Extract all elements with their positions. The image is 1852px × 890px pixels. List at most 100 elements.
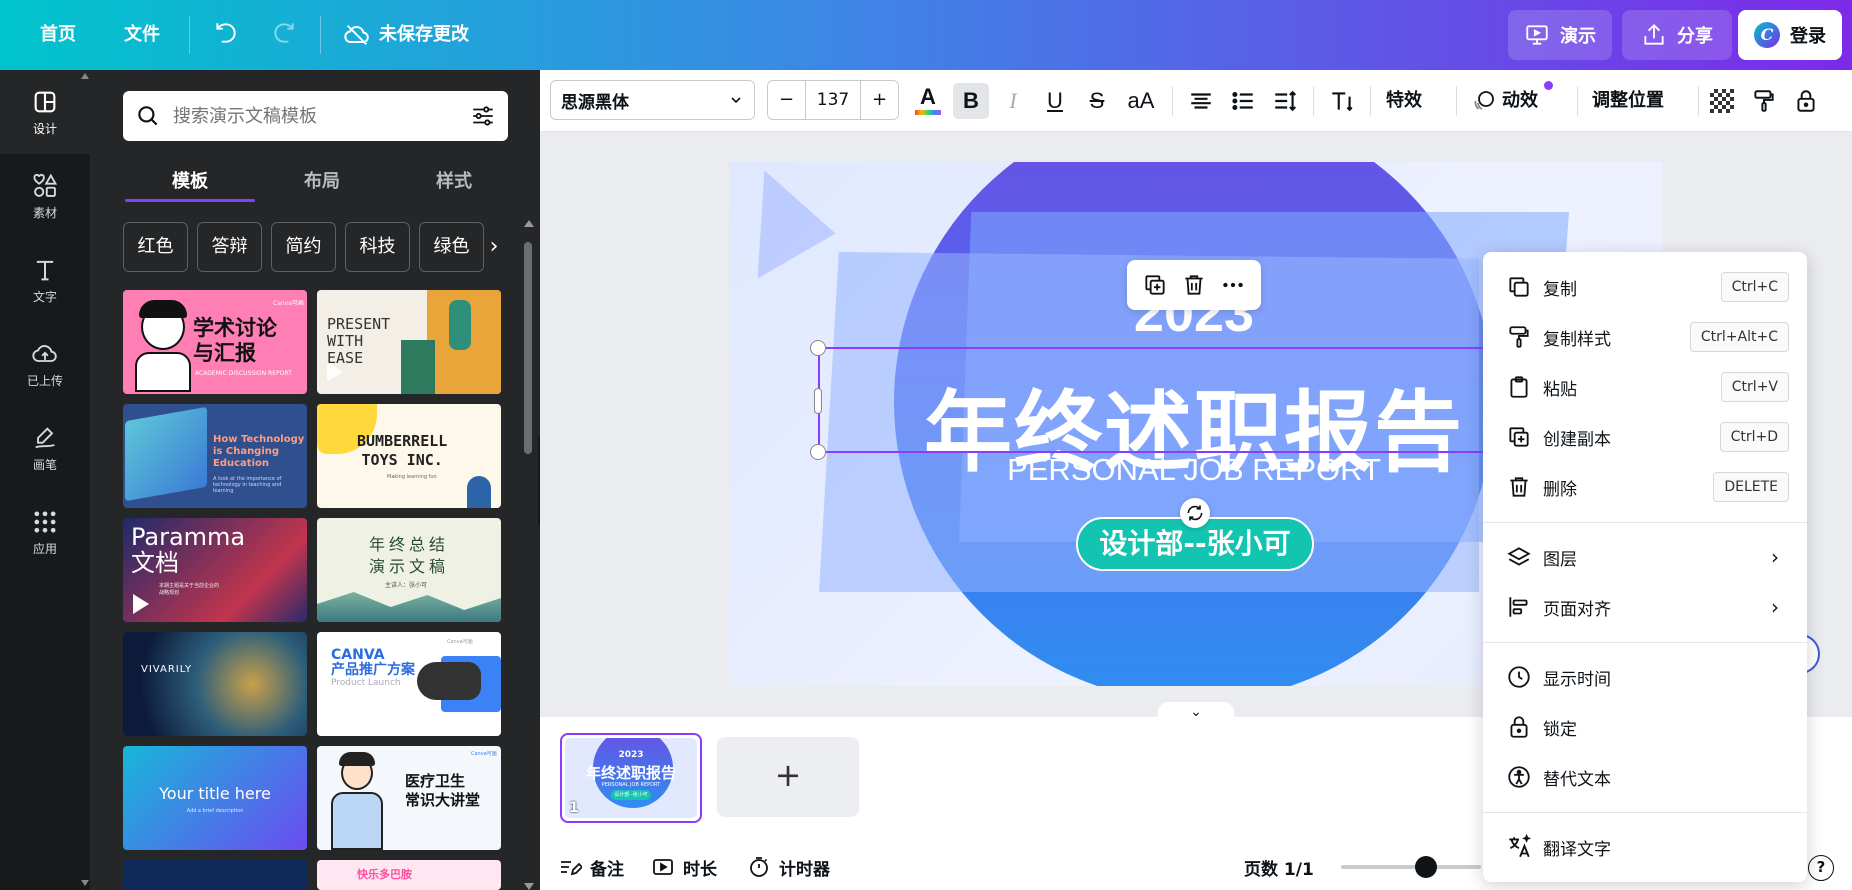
spacing-button[interactable] [1267, 83, 1303, 119]
zoom-slider-track[interactable] [1341, 865, 1481, 869]
list-button[interactable] [1225, 83, 1261, 119]
template-card[interactable]: Your title here Add a brief description [123, 746, 307, 850]
add-page-button[interactable]: + [717, 737, 859, 817]
menu-item-copy[interactable]: 复制 Ctrl+C [1483, 262, 1807, 312]
template-card[interactable] [123, 860, 307, 890]
panel-scrollbar[interactable] [523, 220, 534, 890]
letter-case-button[interactable]: aA [1121, 83, 1161, 119]
tab-layouts[interactable]: 布局 [256, 162, 388, 202]
tab-templates[interactable]: 模板 [124, 162, 256, 202]
notes-button[interactable]: 备注 [558, 852, 624, 882]
template-card[interactable]: 学术讨论 与汇报 ACADEMIC DISCUSSION REPORT Canv… [123, 290, 307, 394]
template-card[interactable]: How Technology is Changing Education A l… [123, 404, 307, 508]
undo-button[interactable] [213, 20, 239, 54]
file-menu[interactable]: 文件 [124, 18, 160, 52]
font-size-decrease[interactable]: − [768, 81, 806, 119]
strikethrough-button[interactable]: S [1079, 83, 1115, 119]
template-card[interactable]: VIVARILY [123, 632, 307, 736]
text-orientation-button[interactable] [1324, 83, 1360, 119]
duration-button[interactable]: 时长 [651, 852, 717, 882]
duplicate-icon[interactable] [1142, 272, 1168, 298]
slide-subtitle[interactable]: PERSONAL JOB REPORT [819, 452, 1569, 488]
rotate-handle[interactable] [1180, 498, 1210, 528]
rail-item-design[interactable]: 设计 [0, 70, 90, 154]
present-button[interactable]: 演示 [1508, 10, 1612, 60]
menu-item-delete[interactable]: 删除 DELETE [1483, 462, 1807, 512]
effects-button[interactable]: 特效 [1386, 83, 1422, 119]
template-subtitle: Making learning fun [387, 474, 437, 480]
position-button[interactable]: 调整位置 [1592, 83, 1664, 119]
scroll-down-icon [524, 883, 534, 890]
menu-item-paste[interactable]: 粘贴 Ctrl+V [1483, 362, 1807, 412]
resize-handle[interactable] [810, 444, 826, 460]
home-menu[interactable]: 首页 [40, 18, 76, 52]
menu-item-alt-text[interactable]: 替代文本 [1483, 752, 1807, 802]
menu-label: 显示时间 [1543, 669, 1611, 690]
timer-button[interactable]: 计时器 [747, 852, 830, 882]
underline-button[interactable]: U [1037, 83, 1073, 119]
bold-button[interactable]: B [953, 83, 989, 119]
lock-button[interactable] [1788, 83, 1824, 119]
align-button[interactable] [1183, 83, 1219, 119]
rail-item-uploads[interactable]: 已上传 [0, 322, 90, 406]
template-search[interactable] [123, 91, 508, 141]
font-family-select[interactable]: 思源黑体 [550, 80, 755, 120]
zoom-slider-handle[interactable] [1415, 856, 1437, 878]
rail-label: 素材 [32, 205, 57, 220]
rail-item-draw[interactable]: 画笔 [0, 406, 90, 490]
template-card[interactable]: PRESENT WITH EASE [317, 290, 501, 394]
upload-cloud-icon [32, 344, 57, 362]
menu-item-layers[interactable]: 图层 › [1483, 532, 1807, 582]
template-card[interactable]: 医疗卫生 常识大讲堂 Canva可画 [317, 746, 501, 850]
redo-button[interactable] [271, 20, 297, 54]
template-card[interactable]: Paramma 文档 本期主题是关于当前企业的 战略规划 [123, 518, 307, 622]
share-button[interactable]: 分享 [1622, 10, 1732, 60]
rail-item-text[interactable]: 文字 [0, 238, 90, 322]
template-card[interactable]: BUMBERRELL TOYS INC. Making learning fun [317, 404, 501, 508]
timer-icon [750, 857, 768, 877]
more-dots-icon[interactable] [1220, 272, 1246, 298]
rail-scrollbar[interactable] [80, 70, 90, 890]
chips-next-icon[interactable]: › [482, 222, 506, 272]
font-size-stepper[interactable]: − 137 + [767, 80, 899, 120]
tab-styles[interactable]: 样式 [388, 162, 520, 202]
rail-item-apps[interactable]: 应用 [0, 490, 90, 574]
resize-handle[interactable] [810, 340, 826, 356]
present-label: 演示 [1560, 26, 1596, 47]
filter-chip[interactable]: 科技 [345, 222, 410, 272]
search-input[interactable] [173, 105, 458, 127]
menu-label: 图层 [1543, 549, 1577, 570]
menu-item-copy-style[interactable]: 复制样式 Ctrl+Alt+C [1483, 312, 1807, 362]
animate-button[interactable]: 动效 [1472, 81, 1553, 119]
menu-item-align-page[interactable]: 页面对齐 › [1483, 582, 1807, 632]
filter-chip[interactable]: 简约 [271, 222, 336, 272]
font-size-value[interactable]: 137 [806, 81, 860, 119]
save-status[interactable]: 未保存更改 [343, 18, 469, 52]
filter-chip[interactable]: 红色 [123, 222, 188, 272]
help-button[interactable]: ? [1808, 855, 1834, 881]
trash-icon[interactable] [1181, 272, 1207, 298]
filter-sliders-icon[interactable] [470, 103, 496, 129]
template-title: 医疗卫生 常识大讲堂 [405, 772, 481, 809]
text-color-button[interactable]: A [910, 83, 946, 119]
italic-button[interactable]: I [995, 83, 1031, 119]
menu-item-lock[interactable]: 锁定 [1483, 702, 1807, 752]
filter-chip[interactable]: 绿色 [419, 222, 484, 272]
template-card[interactable]: 年终总结 演示文稿 主讲人：张小可 [317, 518, 501, 622]
page-thumbnail[interactable]: 2023 年终述职报告 PERSONAL JOB REPORT 设计部--张小可… [560, 733, 702, 823]
template-card[interactable]: CANVA 产品推广方案 Product Launch Canva可画 [317, 632, 501, 736]
login-button[interactable]: C 登录 [1738, 10, 1842, 60]
resize-handle[interactable] [814, 388, 822, 414]
page-counter[interactable]: 页数 1/1 [1244, 852, 1314, 882]
scroll-thumb[interactable] [524, 242, 532, 454]
menu-item-translate[interactable]: 翻译文字 [1483, 822, 1807, 872]
menu-item-show-timing[interactable]: 显示时间 [1483, 652, 1807, 702]
filter-chip[interactable]: 答辩 [197, 222, 262, 272]
transparency-button[interactable] [1704, 83, 1740, 119]
menu-item-duplicate[interactable]: 创建副本 Ctrl+D [1483, 412, 1807, 462]
copy-style-button[interactable] [1746, 83, 1782, 119]
plus-icon: + [774, 756, 802, 794]
rail-item-elements[interactable]: 素材 [0, 154, 90, 238]
template-card[interactable]: 快乐多巴胺 [317, 860, 501, 890]
font-size-increase[interactable]: + [860, 81, 898, 119]
